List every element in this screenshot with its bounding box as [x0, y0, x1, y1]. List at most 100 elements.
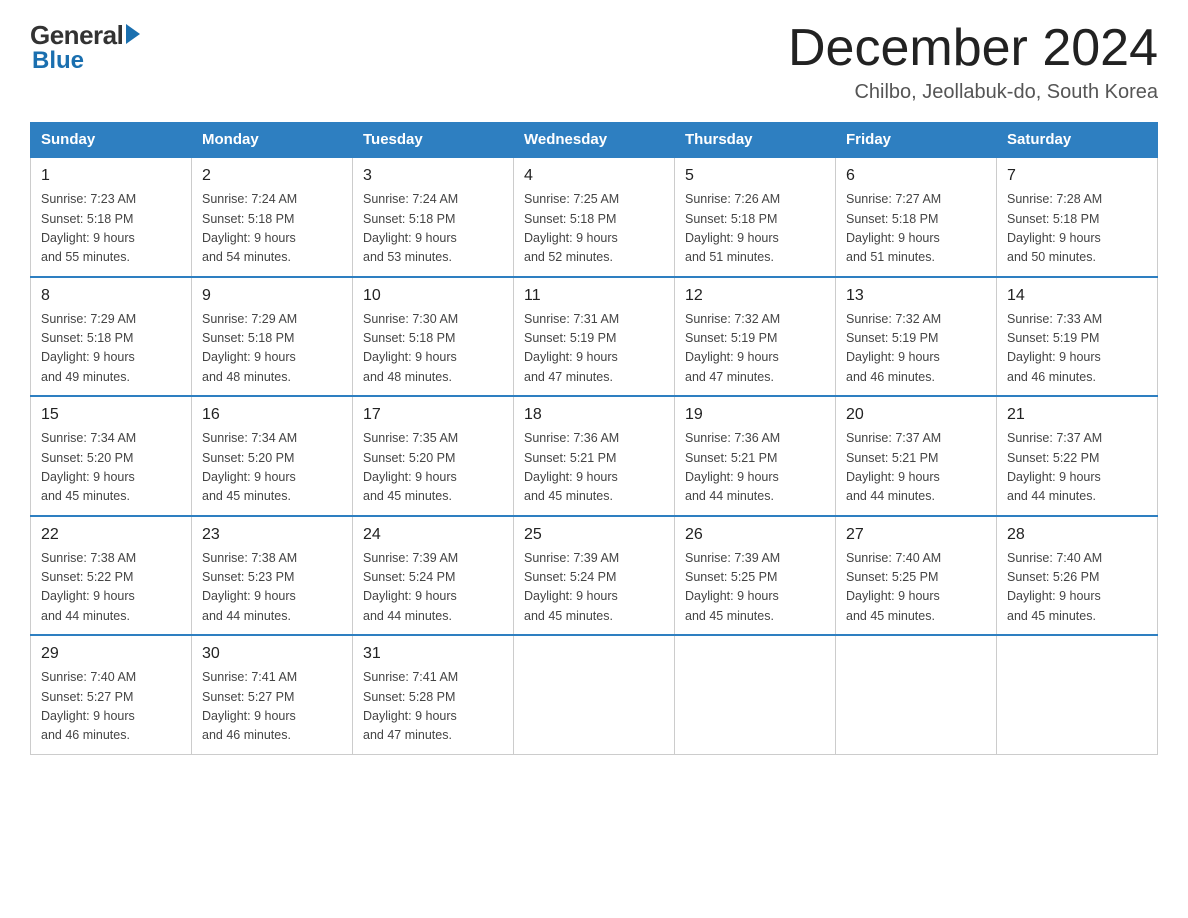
day-number: 26 — [685, 523, 825, 547]
calendar-cell: 11 Sunrise: 7:31 AMSunset: 5:19 PMDayligh… — [514, 277, 675, 397]
day-number: 10 — [363, 284, 503, 308]
column-header-monday: Monday — [192, 123, 353, 158]
day-info: Sunrise: 7:40 AMSunset: 5:25 PMDaylight:… — [846, 551, 941, 623]
calendar-cell: 12 Sunrise: 7:32 AMSunset: 5:19 PMDayligh… — [675, 277, 836, 397]
day-info: Sunrise: 7:32 AMSunset: 5:19 PMDaylight:… — [685, 312, 780, 384]
calendar-cell: 16 Sunrise: 7:34 AMSunset: 5:20 PMDayligh… — [192, 396, 353, 516]
calendar-cell: 3 Sunrise: 7:24 AMSunset: 5:18 PMDaylight… — [353, 157, 514, 277]
day-number: 6 — [846, 164, 986, 188]
calendar-title: December 2024 — [788, 20, 1158, 77]
calendar-week-row: 8 Sunrise: 7:29 AMSunset: 5:18 PMDaylight… — [31, 277, 1158, 397]
calendar-header-row: SundayMondayTuesdayWednesdayThursdayFrid… — [31, 123, 1158, 158]
day-number: 2 — [202, 164, 342, 188]
day-info: Sunrise: 7:24 AMSunset: 5:18 PMDaylight:… — [202, 192, 297, 264]
day-info: Sunrise: 7:35 AMSunset: 5:20 PMDaylight:… — [363, 431, 458, 503]
day-number: 25 — [524, 523, 664, 547]
day-info: Sunrise: 7:30 AMSunset: 5:18 PMDaylight:… — [363, 312, 458, 384]
calendar-cell: 6 Sunrise: 7:27 AMSunset: 5:18 PMDaylight… — [836, 157, 997, 277]
calendar-cell: 13 Sunrise: 7:32 AMSunset: 5:19 PMDayligh… — [836, 277, 997, 397]
day-number: 8 — [41, 284, 181, 308]
calendar-cell: 27 Sunrise: 7:40 AMSunset: 5:25 PMDayligh… — [836, 516, 997, 636]
day-info: Sunrise: 7:28 AMSunset: 5:18 PMDaylight:… — [1007, 192, 1102, 264]
column-header-thursday: Thursday — [675, 123, 836, 158]
calendar-cell: 31Sunrise: 7:41 AMSunset: 5:28 PMDayligh… — [353, 635, 514, 754]
day-number: 3 — [363, 164, 503, 188]
day-info: Sunrise: 7:31 AMSunset: 5:19 PMDaylight:… — [524, 312, 619, 384]
day-info: Sunrise: 7:34 AMSunset: 5:20 PMDaylight:… — [202, 431, 297, 503]
calendar-week-row: 1Sunrise: 7:23 AMSunset: 5:18 PMDaylight… — [31, 157, 1158, 277]
logo-triangle-icon — [126, 24, 140, 44]
calendar-cell: 15Sunrise: 7:34 AMSunset: 5:20 PMDayligh… — [31, 396, 192, 516]
day-number: 13 — [846, 284, 986, 308]
day-info: Sunrise: 7:37 AMSunset: 5:21 PMDaylight:… — [846, 431, 941, 503]
calendar-cell: 25 Sunrise: 7:39 AMSunset: 5:24 PMDayligh… — [514, 516, 675, 636]
day-info: Sunrise: 7:41 AMSunset: 5:27 PMDaylight:… — [202, 670, 297, 742]
page-header: General Blue December 2024 Chilbo, Jeoll… — [30, 20, 1158, 104]
calendar-cell — [836, 635, 997, 754]
day-info: Sunrise: 7:27 AMSunset: 5:18 PMDaylight:… — [846, 192, 941, 264]
calendar-subtitle: Chilbo, Jeollabuk-do, South Korea — [788, 81, 1158, 104]
day-number: 31 — [363, 642, 503, 666]
calendar-cell — [675, 635, 836, 754]
day-info: Sunrise: 7:29 AMSunset: 5:18 PMDaylight:… — [41, 312, 136, 384]
calendar-cell: 4 Sunrise: 7:25 AMSunset: 5:18 PMDaylight… — [514, 157, 675, 277]
day-number: 23 — [202, 523, 342, 547]
logo-blue-text: Blue — [32, 47, 84, 75]
day-info: Sunrise: 7:26 AMSunset: 5:18 PMDaylight:… — [685, 192, 780, 264]
day-number: 20 — [846, 403, 986, 427]
calendar-cell: 28 Sunrise: 7:40 AMSunset: 5:26 PMDayligh… — [997, 516, 1158, 636]
day-number: 18 — [524, 403, 664, 427]
day-number: 30 — [202, 642, 342, 666]
calendar-cell: 17 Sunrise: 7:35 AMSunset: 5:20 PMDayligh… — [353, 396, 514, 516]
calendar-cell: 5 Sunrise: 7:26 AMSunset: 5:18 PMDaylight… — [675, 157, 836, 277]
day-info: Sunrise: 7:24 AMSunset: 5:18 PMDaylight:… — [363, 192, 458, 264]
calendar-cell: 19 Sunrise: 7:36 AMSunset: 5:21 PMDayligh… — [675, 396, 836, 516]
calendar-cell: 14 Sunrise: 7:33 AMSunset: 5:19 PMDayligh… — [997, 277, 1158, 397]
calendar-cell: 23 Sunrise: 7:38 AMSunset: 5:23 PMDayligh… — [192, 516, 353, 636]
day-number: 4 — [524, 164, 664, 188]
day-number: 21 — [1007, 403, 1147, 427]
day-number: 1 — [41, 164, 181, 188]
day-number: 7 — [1007, 164, 1147, 188]
day-info: Sunrise: 7:38 AMSunset: 5:23 PMDaylight:… — [202, 551, 297, 623]
calendar-cell: 8 Sunrise: 7:29 AMSunset: 5:18 PMDaylight… — [31, 277, 192, 397]
column-header-sunday: Sunday — [31, 123, 192, 158]
day-info: Sunrise: 7:32 AMSunset: 5:19 PMDaylight:… — [846, 312, 941, 384]
calendar-cell: 20 Sunrise: 7:37 AMSunset: 5:21 PMDayligh… — [836, 396, 997, 516]
day-info: Sunrise: 7:34 AMSunset: 5:20 PMDaylight:… — [41, 431, 136, 503]
calendar-cell: 18 Sunrise: 7:36 AMSunset: 5:21 PMDayligh… — [514, 396, 675, 516]
day-number: 19 — [685, 403, 825, 427]
day-number: 27 — [846, 523, 986, 547]
day-info: Sunrise: 7:25 AMSunset: 5:18 PMDaylight:… — [524, 192, 619, 264]
title-block: December 2024 Chilbo, Jeollabuk-do, Sout… — [788, 20, 1158, 104]
calendar-cell: 10 Sunrise: 7:30 AMSunset: 5:18 PMDayligh… — [353, 277, 514, 397]
day-number: 24 — [363, 523, 503, 547]
day-number: 16 — [202, 403, 342, 427]
day-info: Sunrise: 7:29 AMSunset: 5:18 PMDaylight:… — [202, 312, 297, 384]
calendar-cell: 21Sunrise: 7:37 AMSunset: 5:22 PMDayligh… — [997, 396, 1158, 516]
calendar-cell: 22Sunrise: 7:38 AMSunset: 5:22 PMDayligh… — [31, 516, 192, 636]
day-number: 9 — [202, 284, 342, 308]
day-info: Sunrise: 7:36 AMSunset: 5:21 PMDaylight:… — [685, 431, 780, 503]
day-number: 5 — [685, 164, 825, 188]
day-info: Sunrise: 7:40 AMSunset: 5:26 PMDaylight:… — [1007, 551, 1102, 623]
calendar-cell: 9 Sunrise: 7:29 AMSunset: 5:18 PMDaylight… — [192, 277, 353, 397]
day-info: Sunrise: 7:38 AMSunset: 5:22 PMDaylight:… — [41, 551, 136, 623]
calendar-cell: 26Sunrise: 7:39 AMSunset: 5:25 PMDayligh… — [675, 516, 836, 636]
day-number: 28 — [1007, 523, 1147, 547]
day-number: 14 — [1007, 284, 1147, 308]
calendar-table: SundayMondayTuesdayWednesdayThursdayFrid… — [30, 122, 1158, 755]
day-number: 11 — [524, 284, 664, 308]
calendar-cell: 29Sunrise: 7:40 AMSunset: 5:27 PMDayligh… — [31, 635, 192, 754]
day-info: Sunrise: 7:39 AMSunset: 5:24 PMDaylight:… — [363, 551, 458, 623]
day-info: Sunrise: 7:36 AMSunset: 5:21 PMDaylight:… — [524, 431, 619, 503]
day-number: 12 — [685, 284, 825, 308]
calendar-cell — [514, 635, 675, 754]
day-number: 17 — [363, 403, 503, 427]
day-info: Sunrise: 7:40 AMSunset: 5:27 PMDaylight:… — [41, 670, 136, 742]
column-header-friday: Friday — [836, 123, 997, 158]
calendar-cell — [997, 635, 1158, 754]
day-info: Sunrise: 7:39 AMSunset: 5:24 PMDaylight:… — [524, 551, 619, 623]
day-info: Sunrise: 7:33 AMSunset: 5:19 PMDaylight:… — [1007, 312, 1102, 384]
calendar-cell: 2 Sunrise: 7:24 AMSunset: 5:18 PMDaylight… — [192, 157, 353, 277]
